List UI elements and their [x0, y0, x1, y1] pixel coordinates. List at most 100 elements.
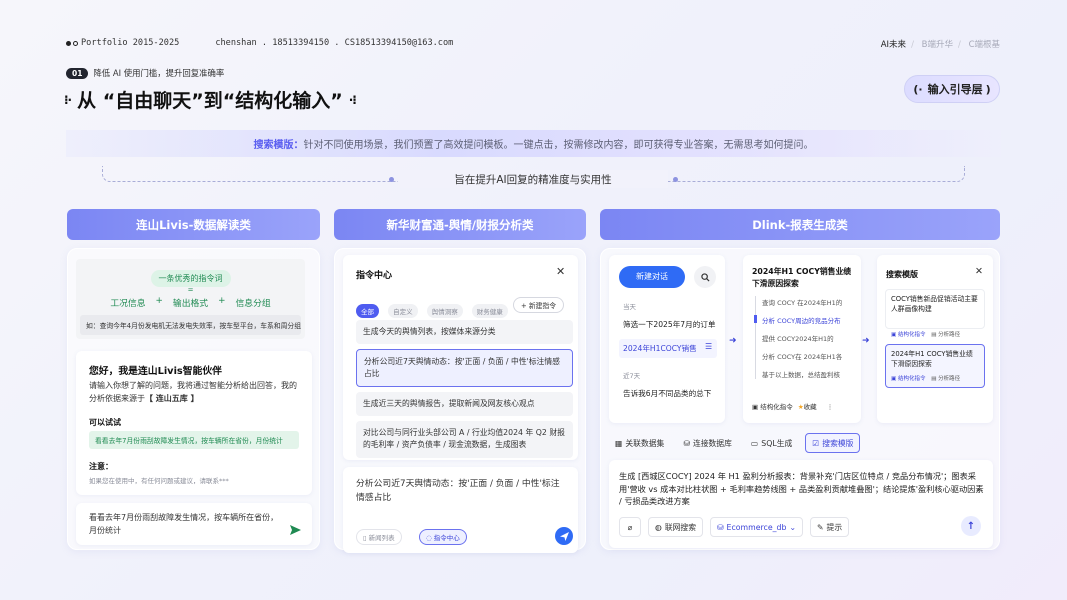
history-item-active[interactable]: 2024年H1COCY销售 — [623, 343, 697, 354]
more-icon[interactable]: ⋮ — [827, 403, 834, 411]
history-card: 新建对话 当天 筛选一下2025年7月的订单 2024年H1COCY销售 ☰ 近… — [609, 255, 725, 423]
banner-lead: 搜索模版： — [253, 140, 304, 151]
filter-finance[interactable]: 财务健康 — [471, 304, 508, 318]
search-button[interactable] — [694, 266, 716, 288]
try-label: 可以试试 — [89, 418, 121, 427]
send-button[interactable] — [555, 527, 573, 545]
col-dlink-head: Dlink-报表生成类 — [600, 209, 1000, 240]
filter-custom[interactable]: 自定义 — [388, 304, 418, 318]
database-icon: ⛁ — [717, 522, 724, 532]
template-icon: ☑ — [812, 438, 820, 448]
template-title: 搜索模版 — [886, 270, 918, 279]
arrow-right-icon: ➜ — [729, 336, 737, 346]
attach-button[interactable]: ⌀ — [619, 517, 641, 537]
dlink-input[interactable]: 生成 [西城区COCY] 2024 年 H1 盈利分析报表：背景补充'门店区位特… — [609, 460, 993, 548]
close-icon[interactable]: ✕ — [556, 265, 565, 278]
command-item[interactable]: 对比公司与同行业头部公司 A / 行业均值2024 年 Q2 财报的毛利率 / … — [356, 421, 573, 458]
portfolio-label: Portfolio 2015-2025 — [81, 38, 180, 48]
structured-step-active: 分析 COCY周边的竞品分布 — [762, 317, 841, 325]
tool-search-template[interactable]: ☑ 搜索模版 — [805, 433, 861, 453]
new-chat-button[interactable]: 新建对话 — [619, 266, 685, 288]
formula-eq: = — [187, 286, 194, 294]
nav-c-side[interactable]: C端根基 — [969, 40, 1000, 50]
command-item[interactable]: 生成近三天的舆情报告，提取新闻及网友核心观点 — [356, 392, 573, 416]
filter-all[interactable]: 全部 — [356, 304, 379, 318]
try-suggestion[interactable]: 看看去年7月份雨刮故障发生情况，按车辆所在省份，月份统计 — [89, 431, 299, 449]
note-label: 注意： — [89, 462, 113, 471]
submit-arrow-button[interactable]: ↑ — [961, 516, 981, 536]
subtitle: 旨在提升AI回复的精准度与实用性 — [454, 174, 612, 186]
bracket-left-icon: ⁝· — [64, 92, 72, 107]
pill-label: 输入引导层 — [927, 83, 983, 96]
send-icon[interactable] — [290, 520, 301, 539]
bracket-right-icon: ·⁝ — [348, 92, 357, 107]
history-item[interactable]: 告诉我6月不同品类的总下 — [623, 388, 711, 399]
globe-icon: ◍ — [655, 522, 662, 532]
recent-label: 近7天 — [623, 372, 641, 380]
tool-dataset[interactable]: ▦ 关联数据集 — [609, 433, 670, 453]
web-search-button[interactable]: ◍ 联网搜索 — [648, 517, 703, 537]
nav-b-side[interactable]: B端升华 — [922, 40, 953, 50]
command-center-card: 指令中心 ✕ 全部 自定义 舆情洞察 财务健康 + 新建指令 生成今天的舆情列表… — [343, 255, 578, 460]
database-icon: ⛁ — [683, 438, 690, 448]
dlink-prompt: 生成 [西城区COCY] 2024 年 H1 盈利分析报表：背景补充'门店区位特… — [619, 471, 984, 507]
page-title-text: 从 “自由聊天”到“结构化输入” — [77, 90, 343, 112]
command-item[interactable]: 生成今天的舆情列表，按媒体来源分类 — [356, 320, 573, 344]
command-center-tag[interactable]: ◌ 指令中心 — [419, 529, 467, 545]
livis-chat-card: 您好，我是连山Livis智能伙伴 请输入你想了解的问题，我将通过智能分析给出回答… — [76, 351, 312, 495]
banner-text: 针对不同使用场景，我们预置了高效提问模板。一键点击，按需修改内容，即可获得专业答… — [303, 140, 814, 151]
command-center-title: 指令中心 — [356, 271, 393, 281]
dataset-icon: ▦ — [615, 438, 623, 448]
livis-input-text: 看看去年7月份雨刮故障发生情况，按车辆所在省份， 月份统计 — [89, 513, 279, 536]
tool-database[interactable]: ⛁ 连接数据库 — [677, 433, 738, 453]
sql-icon: ▭ — [750, 438, 759, 448]
intro-text: 请输入你想了解的问题，我将通过智能分析给出回答，我的 分析依据来源于【 连山五库… — [89, 381, 297, 403]
divider-dot-right — [673, 177, 678, 182]
template-card: 搜索模版 ✕ COCY销售新品促销活动主要人群画像构建 ▣ 结构化指令 ▤ 分析… — [877, 255, 993, 423]
source-label: 【 连山五库 】 — [145, 393, 199, 403]
paper-plane-icon — [559, 531, 569, 541]
formula-box: 一条优秀的指令词 = 工况信息 + 输出格式 + 信息分组 如：查询今年4月份发… — [76, 259, 305, 339]
structured-actions: ▣ 结构化指令 ★收藏 ⋮ — [752, 403, 834, 411]
search-icon — [700, 272, 710, 282]
filter-chips: 全部 自定义 舆情洞察 财务健康 — [356, 299, 512, 318]
xinhua-input-text: 分析公司近7天舆情动态：按'正面 / 负面 / 中性'标注情感占比 — [356, 479, 560, 504]
xinhua-panel: 指令中心 ✕ 全部 自定义 舆情洞察 财务健康 + 新建指令 生成今天的舆情列表… — [334, 248, 586, 553]
greeting: 您好，我是连山Livis智能伙伴 — [89, 366, 222, 377]
section-tag-text: 降低 AI 使用门槛，提升回复准确率 — [93, 68, 225, 78]
news-list-tag[interactable]: ▯ 新闻列表 — [356, 529, 402, 545]
history-item[interactable]: 筛选一下2025年7月的订单 — [623, 319, 716, 330]
paperclip-icon: ⌀ — [627, 522, 633, 532]
new-command-button[interactable]: + 新建指令 — [513, 297, 565, 313]
livis-panel: 一条优秀的指令词 = 工况信息 + 输出格式 + 信息分组 如：查询今年4月份发… — [67, 248, 320, 550]
formula-part-group: 信息分组 — [235, 299, 271, 309]
livis-input[interactable]: 看看去年7月份雨刮故障发生情况，按车辆所在省份， 月份统计 — [76, 503, 312, 545]
logo-dots-icon — [66, 40, 78, 46]
divider-dot-left — [389, 177, 394, 182]
database-select[interactable]: ⛁ Ecommerce_db ⌄ — [710, 517, 803, 537]
template-item-selected[interactable]: 2024年H1 COCY销售业绩下滑原因探索 ▣ 结构化指令 ▤ 分析路径 — [885, 344, 985, 388]
template-item[interactable]: COCY销售新品促销活动主要人群画像构建 ▣ 结构化指令 ▤ 分析路径 — [885, 289, 985, 338]
pen-icon: ✎ — [816, 522, 824, 532]
structure-icon: ▣ — [752, 403, 759, 411]
structured-step: 基于以上数据，总结盈利核 — [762, 371, 840, 379]
xinhua-input[interactable]: 分析公司近7天舆情动态：按'正面 / 负面 / 中性'标注情感占比 ▯ 新闻列表… — [343, 467, 578, 553]
col-xinhua-head: 新华财富通-舆情/财报分析类 — [334, 209, 586, 240]
today-label: 当天 — [623, 303, 636, 311]
command-item-selected[interactable]: 分析公司近7天舆情动态：按'正面 / 负面 / 中性'标注情感占比 — [356, 349, 573, 387]
formula-row: 工况信息 + 输出格式 + 信息分组 — [110, 296, 271, 309]
page-title: ⁝· 从 “自由聊天”到“结构化输入” ·⁝ — [64, 86, 357, 113]
hint-button[interactable]: ✎ 提示 — [809, 517, 850, 537]
section-tag: 01 降低 AI 使用门槛，提升回复准确率 — [66, 67, 224, 79]
command-icon: ◌ — [426, 534, 434, 542]
chevron-down-icon: ⌄ — [789, 522, 796, 532]
filter-sentiment[interactable]: 舆情洞察 — [426, 304, 463, 318]
contact-info: chenshan . 18513394150 . CS18513394150@1… — [215, 38, 454, 48]
arrow-up-icon: ↑ — [966, 520, 976, 532]
tool-sql[interactable]: ▭ SQL生成 — [745, 433, 798, 453]
structured-step: 查询 COCY 在2024年H1的 — [762, 299, 843, 307]
close-icon[interactable]: ✕ — [975, 266, 983, 277]
prompt-actions: ⌀ ◍ 联网搜索 ⛁ Ecommerce_db ⌄ ✎ 提示 — [619, 517, 850, 537]
formula-example: 如：查询今年4月份发电机无法发电失效率，按车型平台，车系和周分组 — [80, 315, 301, 335]
nav-ai-future[interactable]: AI未来 — [881, 40, 906, 50]
